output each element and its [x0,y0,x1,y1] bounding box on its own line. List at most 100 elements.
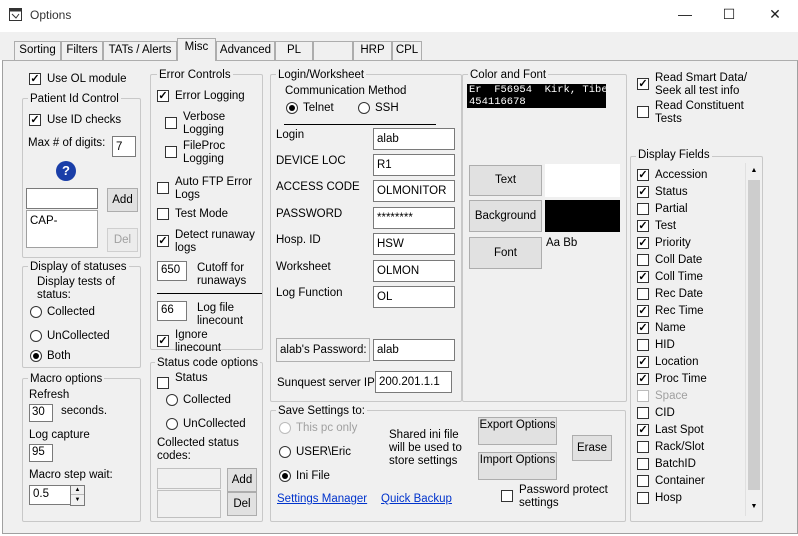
text-color-button[interactable]: Text [469,165,542,196]
telnet-radio[interactable] [286,102,298,114]
close-button[interactable]: ✕ [752,0,798,30]
device-loc-field[interactable]: R1 [373,154,455,176]
list-item[interactable]: ✓ Accession [637,169,741,183]
collected-codes-add-button[interactable]: Add [227,468,257,492]
display-fields-scrollbar[interactable]: ▲ ▼ [745,163,762,516]
list-item[interactable]: Coll Date [637,254,741,268]
list-item[interactable]: BatchID [637,458,741,472]
scroll-thumb[interactable] [748,180,760,490]
quick-backup-link[interactable]: Quick Backup [381,493,452,505]
verbose-logging-checkbox[interactable] [165,117,177,129]
list-item[interactable]: Hosp [637,492,741,506]
tab-advanced[interactable]: Advanced [216,41,275,60]
minimize-button[interactable]: — [662,0,708,30]
macro-step-wait-spinner[interactable]: ▲ ▼ [70,485,85,506]
test-mode-checkbox[interactable] [157,208,169,220]
patient-id-list[interactable]: CAP- [26,210,98,248]
fileproc-logging-checkbox[interactable] [165,146,177,158]
display-fields-list[interactable]: ✓ Accession ✓ Status Partial ✓ Test ✓ Priority Co… [633,163,745,515]
ini-file-radio[interactable] [279,470,291,482]
use-id-checks-checkbox[interactable]: ✓ [29,114,41,126]
export-options-button[interactable]: Export Options [478,417,557,445]
log-function-field[interactable]: OL [373,286,455,308]
display-field-checkbox[interactable]: ✓ [637,356,649,368]
scroll-down-icon[interactable]: ▼ [746,499,762,515]
spin-down-icon[interactable]: ▼ [71,495,84,505]
macro-step-wait-field[interactable]: 0.5 [29,485,71,505]
tab-filters[interactable]: Filters [61,41,103,60]
log-linecount-field[interactable]: 66 [157,301,187,321]
status-code-checkbox[interactable] [157,377,169,389]
patient-id-add-button[interactable]: Add [107,188,138,212]
settings-manager-link[interactable]: Settings Manager [277,493,367,505]
password-field[interactable]: ******** [373,207,455,229]
status-both-radio[interactable] [30,350,42,362]
display-field-checkbox[interactable]: ✓ [637,220,649,232]
list-item[interactable]: ✓ Location [637,356,741,370]
display-field-checkbox[interactable] [637,458,649,470]
list-item[interactable]: HID [637,339,741,353]
worksheet-field[interactable]: OLMON [373,260,455,282]
display-field-checkbox[interactable] [637,254,649,266]
list-item[interactable]: ✓ Priority [637,237,741,251]
display-field-checkbox[interactable]: ✓ [637,424,649,436]
tab-tats-alerts[interactable]: TATs / Alerts [103,41,177,60]
list-item[interactable]: Space [637,390,741,404]
error-logging-checkbox[interactable]: ✓ [157,90,169,102]
list-item[interactable]: Partial [637,203,741,217]
log-capture-field[interactable]: 95 [29,444,53,462]
this-pc-radio[interactable] [279,422,291,434]
import-options-button[interactable]: Import Options [478,452,557,480]
list-item[interactable]: Rack/Slot [637,441,741,455]
read-smart-data-checkbox[interactable]: ✓ [637,78,649,90]
help-button[interactable]: ? [56,161,76,181]
list-item[interactable]: ✓ Coll Time [637,271,741,285]
background-color-button[interactable]: Background [469,200,542,232]
auto-ftp-checkbox[interactable] [157,182,169,194]
ssh-radio[interactable] [358,102,370,114]
list-item[interactable]: ✓ Name [637,322,741,336]
login-field[interactable]: alab [373,128,455,150]
collected-codes-del-button[interactable]: Del [227,492,257,516]
status-collected-radio[interactable] [30,306,42,318]
display-field-checkbox[interactable]: ✓ [637,322,649,334]
list-item[interactable]: ✓ Last Spot [637,424,741,438]
status-code-uncollected-radio[interactable] [166,418,178,430]
display-field-checkbox[interactable] [637,407,649,419]
tab-pl[interactable]: PL [275,41,313,60]
ignore-linecount-checkbox[interactable]: ✓ [157,335,169,347]
list-item[interactable]: ✓ Rec Time [637,305,741,319]
tab-cpl[interactable]: CPL [392,41,422,60]
display-field-checkbox[interactable] [637,390,649,402]
detect-runaway-checkbox[interactable]: ✓ [157,235,169,247]
tab-hrp[interactable]: HRP [353,41,392,60]
hosp-id-field[interactable]: HSW [373,233,455,255]
display-field-checkbox[interactable] [637,339,649,351]
read-constituent-checkbox[interactable] [637,106,649,118]
display-field-checkbox[interactable] [637,441,649,453]
display-field-checkbox[interactable]: ✓ [637,271,649,283]
access-code-field[interactable]: OLMONITOR [373,180,455,202]
max-digits-field[interactable]: 7 [112,136,136,157]
display-field-checkbox[interactable] [637,492,649,504]
tab-misc[interactable]: Misc [177,38,216,61]
font-button[interactable]: Font [469,237,542,269]
user-radio[interactable] [279,446,291,458]
collected-codes-field[interactable] [157,468,221,489]
patient-id-add-field[interactable] [26,188,98,209]
list-item[interactable]: ✓ Test [637,220,741,234]
list-item[interactable]: CID [637,407,741,421]
tab-blank[interactable] [313,41,353,60]
display-field-checkbox[interactable]: ✓ [637,305,649,317]
status-code-collected-radio[interactable] [166,394,178,406]
display-field-checkbox[interactable]: ✓ [637,169,649,181]
list-item[interactable]: CAP- [30,215,57,227]
tab-sorting[interactable]: Sorting [14,41,61,60]
display-field-checkbox[interactable] [637,288,649,300]
list-item[interactable]: ✓ Status [637,186,741,200]
refresh-field[interactable]: 30 [29,404,53,422]
maximize-button[interactable]: ☐ [706,0,752,30]
display-field-checkbox[interactable]: ✓ [637,237,649,249]
display-field-checkbox[interactable] [637,203,649,215]
list-item[interactable]: ✓ Proc Time [637,373,741,387]
